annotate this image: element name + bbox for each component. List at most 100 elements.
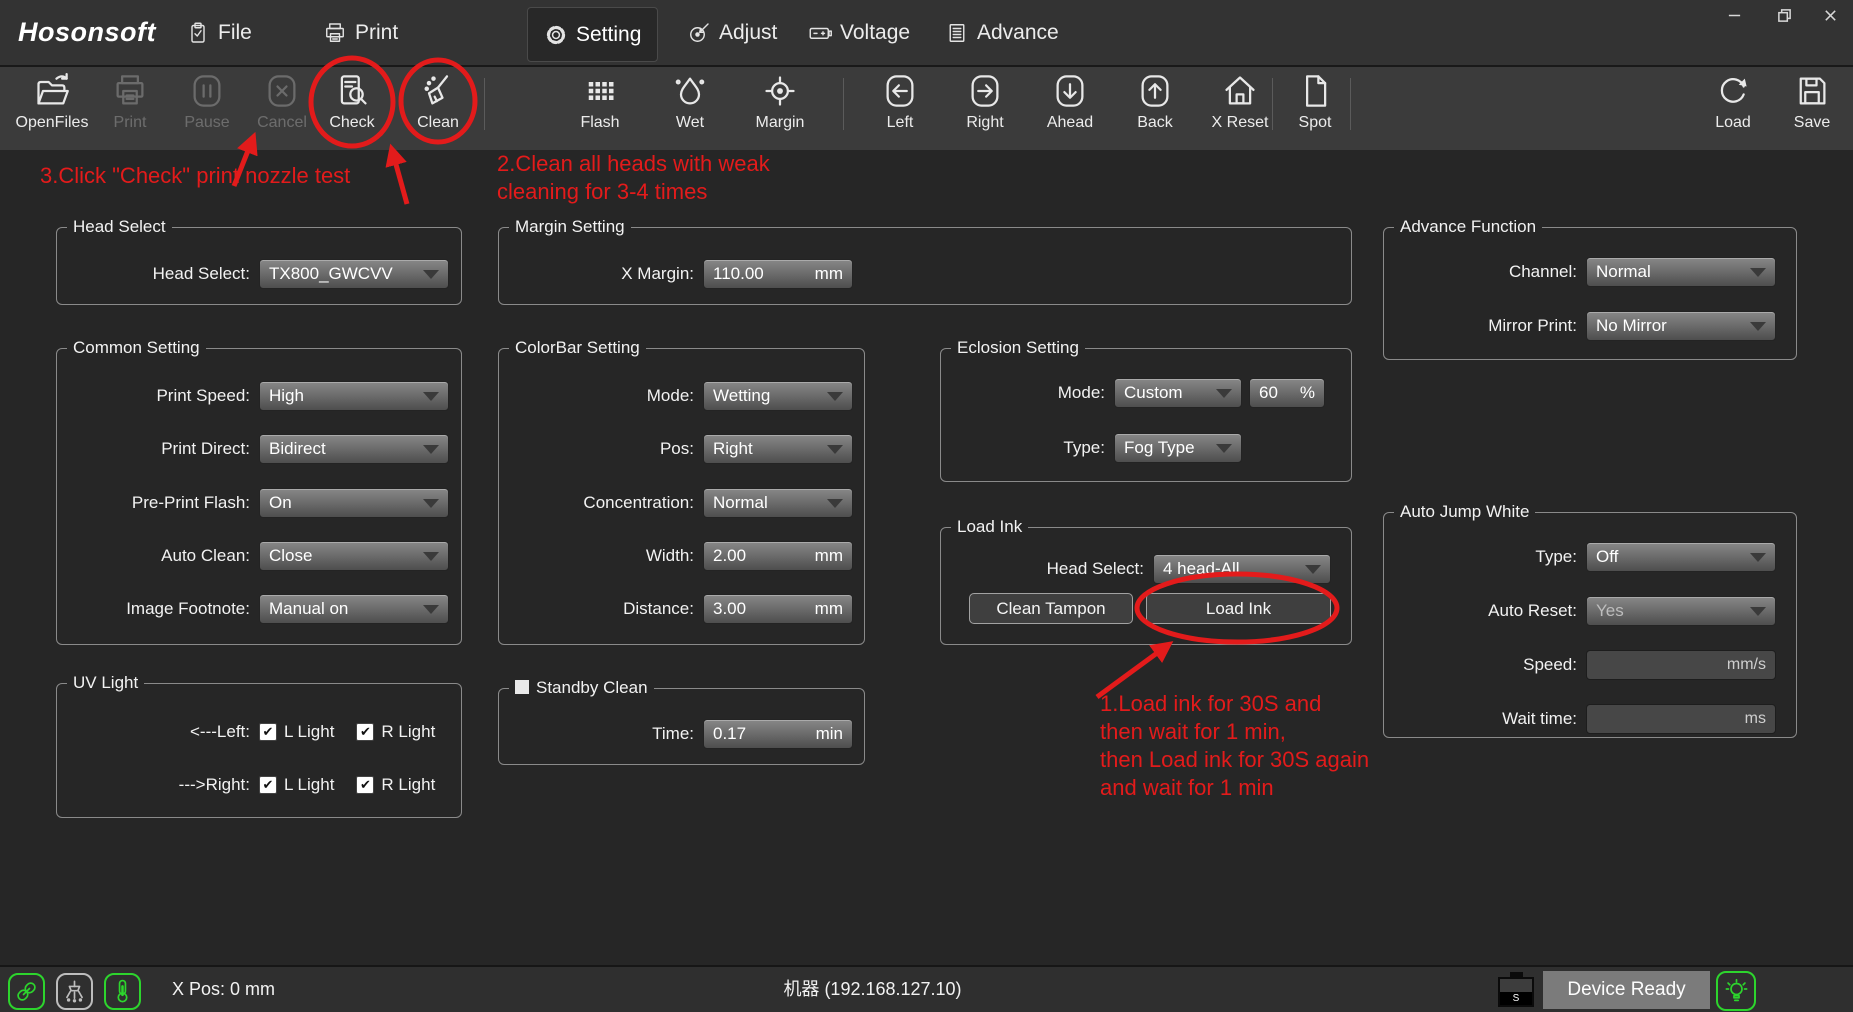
pre-print-flash-dropdown[interactable]: On — [259, 488, 449, 518]
toolbar-load-button[interactable]: Load — [1695, 73, 1771, 132]
menu-voltage[interactable]: Voltage — [808, 0, 910, 65]
unit-label: % — [1300, 383, 1315, 403]
load-ink-button[interactable]: Load Ink — [1146, 593, 1331, 624]
lightbulb-icon — [1723, 978, 1750, 1005]
speed-field[interactable]: mm/s — [1586, 650, 1776, 680]
x-margin-label: X Margin: — [499, 264, 703, 284]
check-mark-icon: ✔ — [263, 779, 274, 792]
uv-light-panel: UV Light <---Left: ✔ L Light ✔ R Light -… — [56, 683, 462, 818]
auto-reset-dropdown[interactable]: Yes — [1586, 596, 1776, 626]
toolbar-flash-button[interactable]: Flash — [562, 73, 638, 132]
chevron-down-icon — [1750, 268, 1766, 277]
margin-setting-panel: Margin Setting X Margin: 110.00 mm — [498, 227, 1352, 305]
eclosion-percent-field[interactable]: 60% — [1249, 378, 1325, 408]
auto-clean-dropdown[interactable]: Close — [259, 541, 449, 571]
left-l-light-checkbox[interactable]: ✔ — [259, 723, 277, 741]
wet-drops-icon — [672, 73, 708, 109]
gear-icon — [544, 23, 568, 47]
panel-title: Auto Jump White — [1394, 502, 1535, 522]
time-label: Time: — [499, 724, 703, 744]
concentration-dropdown[interactable]: Normal — [703, 488, 853, 518]
unit-label: mm/s — [1727, 656, 1766, 674]
right-l-light-checkbox[interactable]: ✔ — [259, 776, 277, 794]
clean-tampon-button[interactable]: Clean Tampon — [969, 593, 1133, 624]
close-button[interactable] — [1814, 3, 1846, 27]
toolbar-margin-button[interactable]: Margin — [742, 73, 818, 132]
channel-dropdown[interactable]: Normal — [1586, 257, 1776, 287]
toolbar-left-button[interactable]: Left — [862, 73, 938, 132]
cancel-x-icon — [264, 73, 300, 109]
chevron-down-icon — [423, 392, 439, 401]
nozzle-check-icon — [334, 73, 370, 109]
toolbar-spot-button[interactable]: Spot — [1277, 73, 1353, 132]
load-ink-head-select-label: Head Select: — [941, 559, 1153, 579]
light-button[interactable] — [1716, 971, 1756, 1011]
toolbar-cancel-button[interactable]: Cancel — [244, 73, 320, 132]
chevron-down-icon — [423, 270, 439, 279]
jump-type-dropdown[interactable]: Off — [1586, 542, 1776, 572]
load-ink-head-select-dropdown[interactable]: 4 head-All — [1153, 554, 1331, 584]
menu-print-label: Print — [355, 21, 398, 45]
menu-advance[interactable]: Advance — [945, 0, 1059, 65]
advance-function-panel: Advance Function Channel: Normal Mirror … — [1383, 227, 1797, 360]
toolbar-wet-button[interactable]: Wet — [652, 73, 728, 132]
head-select-label: Head Select: — [57, 264, 259, 284]
hosonsoft-app-window: Hosonsoft File Print Setting Adjust Volt… — [0, 0, 1853, 1012]
colorbar-mode-dropdown[interactable]: Wetting — [703, 381, 853, 411]
toolbar-pause-button[interactable]: Pause — [169, 73, 245, 132]
mirror-print-dropdown[interactable]: No Mirror — [1586, 311, 1776, 341]
colorbar-width-field[interactable]: 2.00mm — [703, 541, 853, 571]
unit-label: min — [816, 724, 843, 744]
toolbar-save-button[interactable]: Save — [1774, 73, 1850, 132]
concentration-label: Concentration: — [499, 493, 703, 513]
chevron-down-icon — [1750, 553, 1766, 562]
toolbar-ahead-button[interactable]: Ahead — [1032, 73, 1108, 132]
standby-time-field[interactable]: 0.17min — [703, 719, 853, 749]
jump-type-label: Type: — [1384, 547, 1586, 567]
check-mark-icon: ✔ — [263, 726, 274, 739]
toolbar-back-button[interactable]: Back — [1117, 73, 1193, 132]
left-r-light-checkbox[interactable]: ✔ — [356, 723, 374, 741]
common-setting-panel: Common Setting Print Speed: High Print D… — [56, 348, 462, 645]
minimize-button[interactable] — [1718, 3, 1750, 27]
machine-address: 机器 (192.168.127.10) — [0, 967, 1745, 1012]
x-margin-field[interactable]: 110.00 mm — [703, 259, 853, 289]
colorbar-distance-field[interactable]: 3.00mm — [703, 594, 853, 624]
toolbar-xreset-button[interactable]: X Reset — [1202, 73, 1278, 132]
eclosion-mode-dropdown[interactable]: Custom — [1114, 378, 1242, 408]
toolbar-clean-button[interactable]: Clean — [400, 73, 476, 132]
wait-time-field[interactable]: ms — [1586, 704, 1776, 734]
auto-reset-label: Auto Reset: — [1384, 601, 1586, 621]
toolbar-right-button[interactable]: Right — [947, 73, 1023, 132]
standby-clean-checkbox[interactable] — [515, 680, 529, 694]
eclosion-type-dropdown[interactable]: Fog Type — [1114, 433, 1242, 463]
maximize-button[interactable] — [1768, 3, 1800, 27]
r-light-label: R Light — [381, 722, 435, 742]
menu-print[interactable]: Print — [323, 0, 398, 65]
print-direct-dropdown[interactable]: Bidirect — [259, 434, 449, 464]
chevron-down-icon — [1750, 607, 1766, 616]
chevron-down-icon — [827, 499, 843, 508]
toolbar-print-button[interactable]: Print — [92, 73, 168, 132]
image-footnote-dropdown[interactable]: Manual on — [259, 594, 449, 624]
menu-file[interactable]: File — [186, 0, 252, 65]
menu-setting-active[interactable]: Setting — [527, 7, 658, 62]
standby-clean-title: Standby Clean — [536, 678, 648, 697]
mirror-print-label: Mirror Print: — [1384, 316, 1586, 336]
colorbar-pos-dropdown[interactable]: Right — [703, 434, 853, 464]
panel-title: Advance Function — [1394, 217, 1542, 237]
toolbar-check-button[interactable]: Check — [314, 73, 390, 132]
print-speed-label: Print Speed: — [57, 386, 259, 406]
right-r-light-checkbox[interactable]: ✔ — [356, 776, 374, 794]
pause-icon — [189, 73, 225, 109]
toolbar-openfiles-button[interactable]: OpenFiles — [14, 73, 90, 132]
title-bar: Hosonsoft File Print Setting Adjust Volt… — [0, 0, 1853, 67]
load-ink-panel: Load Ink Head Select: 4 head-All Clean T… — [940, 527, 1352, 645]
head-select-dropdown[interactable]: TX800_GWCVV — [259, 259, 449, 289]
menu-adjust[interactable]: Adjust — [687, 0, 777, 65]
print-speed-dropdown[interactable]: High — [259, 381, 449, 411]
eclosion-type-label: Type: — [941, 438, 1114, 458]
open-files-icon — [34, 73, 70, 109]
chevron-down-icon — [423, 552, 439, 561]
toolbar-separator — [843, 78, 844, 130]
